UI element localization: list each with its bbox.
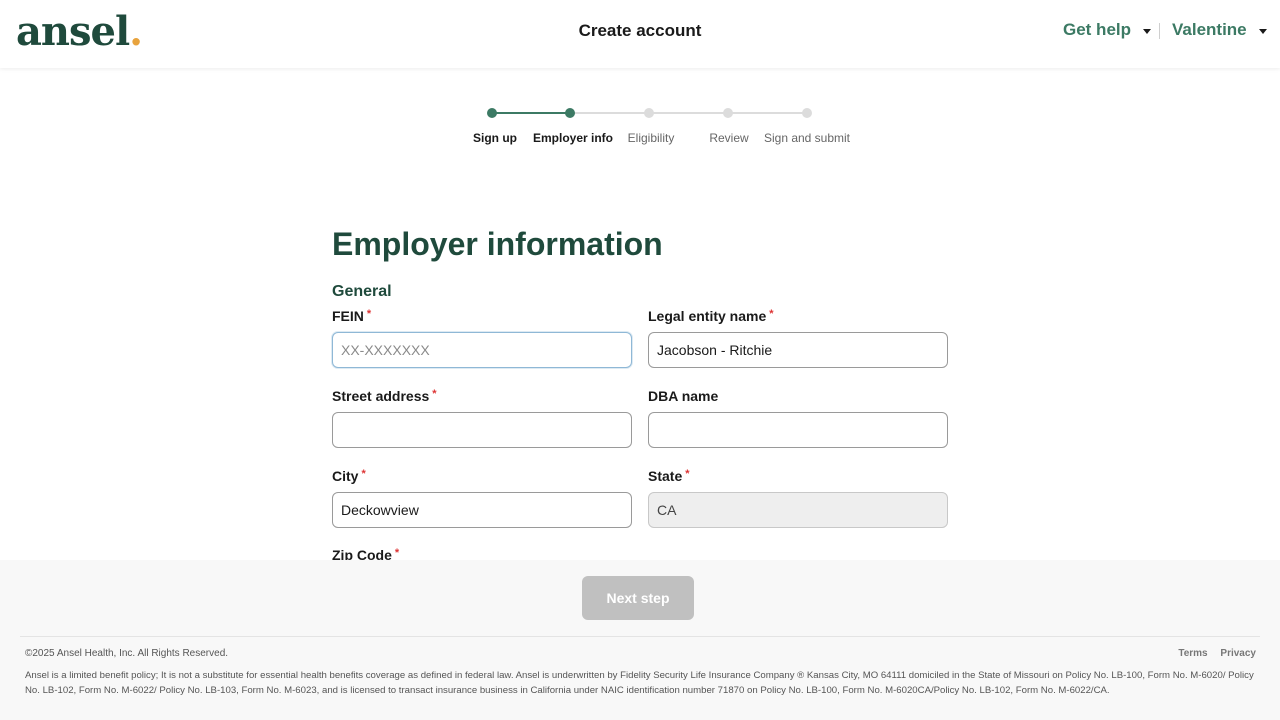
ansel-logo[interactable]: ansel. [16, 8, 143, 55]
required-marker: * [769, 308, 774, 320]
dba-name-input[interactable] [648, 412, 948, 448]
insurance-disclaimer: Ansel is a limited benefit policy; It is… [25, 670, 1254, 696]
step-connector-upcoming [570, 112, 807, 114]
step-dot-sign-and-submit [802, 108, 812, 118]
required-marker: * [361, 468, 366, 480]
city-label-text: City [332, 468, 359, 484]
progress-stepper: Sign up Employer info Eligibility Review… [0, 104, 1280, 154]
chevron-down-icon [1143, 28, 1152, 34]
fein-label: FEIN * [332, 308, 371, 324]
legal-entity-name-label: Legal entity name * [648, 308, 774, 324]
step-dot-review [723, 108, 733, 118]
chevron-down-icon [1258, 28, 1267, 34]
legal-entity-name-label-text: Legal entity name [648, 308, 767, 324]
header-title-text: Create account [578, 21, 702, 40]
step-dot-employer-info [565, 108, 575, 118]
logo-dot: . [129, 8, 143, 55]
terms-link[interactable]: Terms [1178, 648, 1207, 659]
required-marker: * [394, 547, 400, 559]
step-label-eligibility: Eligibility [627, 131, 675, 145]
step-connector-complete [492, 112, 570, 114]
user-name-label: Valentine [1172, 20, 1247, 39]
street-address-input[interactable] [332, 412, 632, 448]
step-dot-eligibility [644, 108, 654, 118]
step-label-employer-info: Employer info [532, 131, 614, 145]
copyright-text: ©2025 Ansel Health, Inc. All Rights Rese… [25, 648, 229, 659]
section-title-general: General [332, 283, 392, 300]
dba-name-label: DBA name [648, 388, 718, 404]
state-input [648, 492, 948, 528]
state-label-text: State [648, 468, 683, 484]
privacy-link[interactable]: Privacy [1220, 648, 1256, 659]
user-menu[interactable]: Valentine [1172, 20, 1267, 40]
page-title: Employer information [332, 226, 663, 262]
required-marker: * [432, 388, 437, 400]
required-marker: * [685, 468, 690, 480]
next-step-button[interactable]: Next step [582, 576, 694, 620]
get-help-label: Get help [1063, 20, 1132, 39]
city-label: City * [332, 468, 366, 484]
step-dot-sign-up [487, 108, 497, 118]
logo-text: ansel [16, 8, 130, 55]
sticky-footer: Next step ©2025 Ansel Health, Inc. All R… [0, 560, 1280, 720]
street-address-label: Street address * [332, 388, 437, 404]
footer-divider [20, 636, 1260, 637]
city-input[interactable] [332, 492, 632, 528]
step-label-sign-and-submit: Sign and submit [763, 131, 851, 145]
step-label-sign-up: Sign up [473, 131, 517, 145]
step-label-review: Review [709, 131, 749, 145]
fein-label-text: FEIN [332, 308, 364, 324]
header-divider [1159, 23, 1160, 39]
fein-input[interactable] [332, 332, 632, 368]
state-label: State * [648, 468, 690, 484]
top-header: ansel. Create account Get help Valentine [0, 0, 1280, 68]
dba-name-label-text: DBA name [648, 388, 719, 404]
street-address-label-text: Street address [332, 388, 430, 404]
get-help-menu[interactable]: Get help [1063, 20, 1152, 40]
required-marker: * [366, 308, 372, 320]
footer-links: Terms Privacy [1168, 648, 1256, 659]
legal-entity-name-input[interactable] [648, 332, 948, 368]
